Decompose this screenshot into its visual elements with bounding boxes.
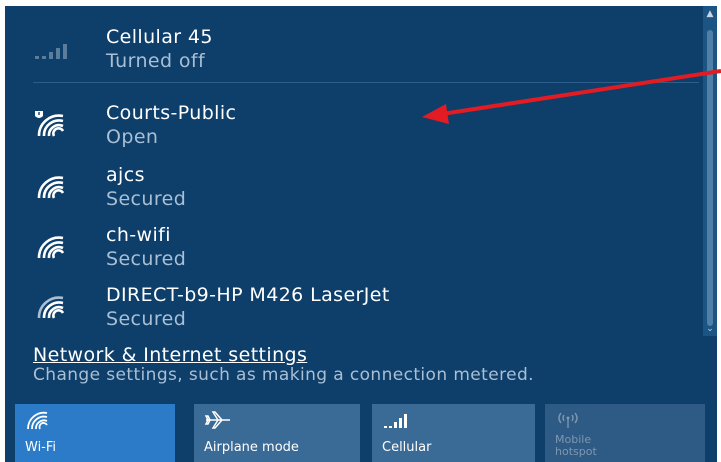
wifi-icon: [37, 236, 65, 259]
network-flyout: Cellular 45 Turned off Courts-Public Ope…: [5, 6, 717, 462]
network-status: Secured: [106, 188, 187, 210]
network-item-ajcs[interactable]: ajcs Secured: [5, 158, 701, 214]
network-name: Courts-Public: [106, 102, 237, 124]
wifi-open-shield-icon: [35, 111, 65, 137]
tile-label: Mobile hotspot: [555, 433, 597, 458]
network-list-scrollbar[interactable]: ▲ ⌄: [703, 6, 717, 336]
scroll-down-icon[interactable]: ⌄: [703, 322, 717, 336]
network-item-cellular[interactable]: Cellular 45 Turned off: [5, 20, 701, 76]
tile-label: Airplane mode: [204, 440, 299, 455]
network-name: ajcs: [106, 164, 145, 186]
tile-mobile-hotspot[interactable]: Mobile hotspot: [545, 404, 705, 462]
tile-cellular[interactable]: Cellular: [372, 404, 535, 462]
tile-label: Cellular: [382, 440, 432, 455]
divider: [33, 82, 699, 83]
network-settings-link[interactable]: Network & Internet settings: [33, 344, 307, 366]
airplane-icon: [204, 411, 230, 429]
network-name: ch-wifi: [106, 224, 171, 246]
scroll-thumb[interactable]: [707, 30, 713, 326]
network-status: Secured: [106, 248, 187, 270]
scroll-up-icon[interactable]: ▲: [703, 6, 717, 22]
tile-label: Wi-Fi: [25, 440, 57, 455]
wifi-icon: [37, 176, 65, 199]
tile-wifi[interactable]: Wi-Fi: [15, 404, 175, 462]
network-status: Secured: [106, 308, 187, 330]
cellular-signal-icon: [384, 414, 407, 428]
network-status: Turned off: [106, 50, 206, 72]
network-item-courts-public[interactable]: Courts-Public Open: [5, 96, 701, 152]
wifi-icon: [27, 411, 48, 430]
wifi-icon: [37, 296, 65, 319]
network-status: Open: [106, 126, 159, 148]
network-item-ch-wifi[interactable]: ch-wifi Secured: [5, 218, 701, 274]
tile-airplane-mode[interactable]: Airplane mode: [194, 404, 360, 462]
hotspot-icon: [558, 412, 578, 428]
network-name: Cellular 45: [106, 26, 213, 48]
cellular-signal-icon: [35, 44, 67, 59]
network-settings-description: Change settings, such as making a connec…: [33, 365, 534, 385]
network-item-direct-hp[interactable]: DIRECT-b9-HP M426 LaserJet Secured: [5, 278, 701, 334]
network-name: DIRECT-b9-HP M426 LaserJet: [106, 284, 390, 306]
